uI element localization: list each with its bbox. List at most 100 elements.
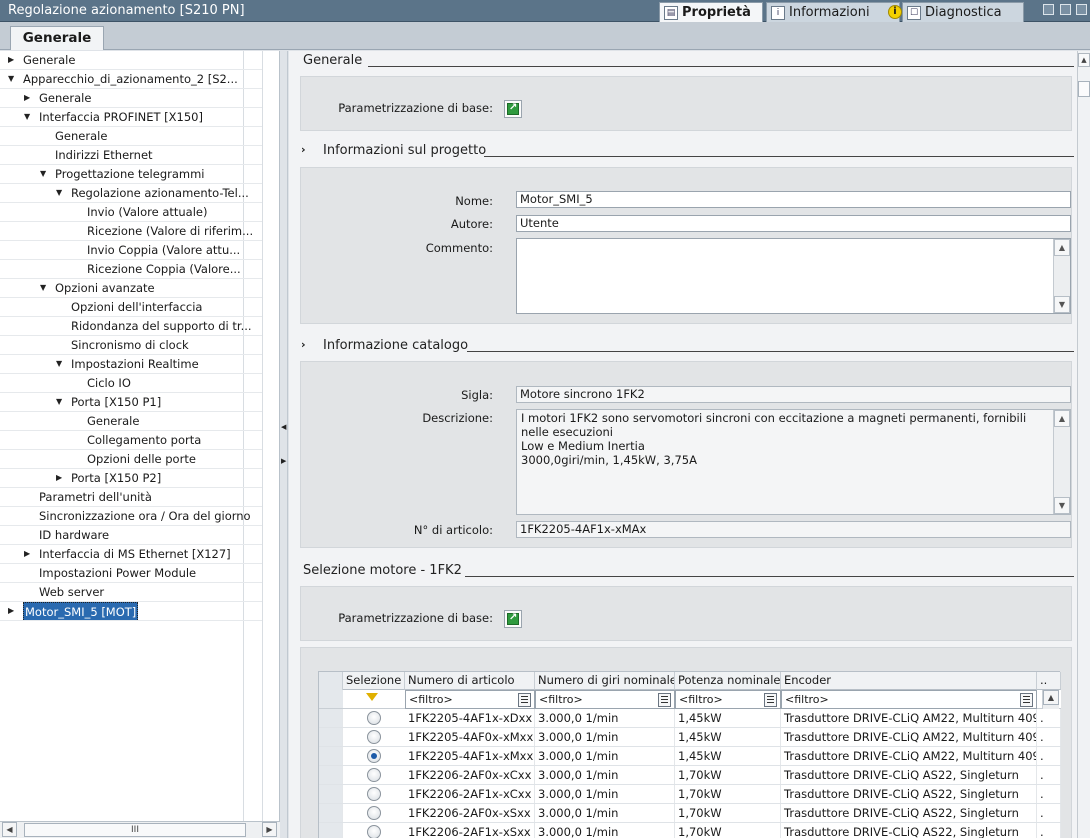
scroll-up-icon[interactable]: ▲ — [1054, 410, 1070, 427]
filter-list-icon[interactable] — [518, 693, 531, 707]
expand-arrow-icon[interactable]: ▶ — [24, 89, 30, 107]
filter-speed-input[interactable]: <filtro> — [535, 690, 675, 709]
expand-right-icon[interactable]: ▶ — [281, 457, 286, 465]
table-row[interactable]: 1FK2205-4AF1x-xDxx 3.000,0 1/min 1,45kW Tra… — [319, 709, 1061, 728]
expand-chevron-icon[interactable]: › — [301, 338, 306, 351]
nav-tree-item[interactable]: Generale — [0, 412, 262, 431]
nav-tree-item[interactable]: Ridondanza del supporto di tr... — [0, 317, 262, 336]
table-row[interactable]: 1FK2206-2AF0x-xSxx 3.000,0 1/min 1,70kW Tra… — [319, 804, 1061, 823]
motor-select-radio[interactable] — [367, 749, 381, 763]
nav-tree-item[interactable]: Ricezione (Valore di riferim... — [0, 222, 262, 241]
collapse-arrow-icon[interactable]: ▼ — [56, 393, 62, 411]
motor-select-radio[interactable] — [367, 768, 381, 782]
row-header[interactable] — [319, 747, 343, 765]
expand-arrow-icon[interactable]: ▶ — [56, 469, 62, 487]
collapse-arrow-icon[interactable]: ▼ — [56, 355, 62, 373]
motor-select-radio[interactable] — [367, 787, 381, 801]
filter-list-icon[interactable] — [658, 693, 671, 707]
motor-select-radio[interactable] — [367, 806, 381, 820]
comment-field[interactable]: ▲ ▼ — [516, 238, 1071, 314]
nav-tree-item[interactable]: Web server — [0, 583, 262, 602]
filter-list-icon[interactable] — [764, 693, 777, 707]
collapse-arrow-icon[interactable]: ▼ — [8, 70, 14, 88]
row-header[interactable] — [319, 804, 343, 822]
row-header[interactable] — [319, 823, 343, 838]
nav-tree-item[interactable]: ID hardware — [0, 526, 262, 545]
table-row[interactable]: 1FK2205-4AF0x-xMxx 3.000,0 1/min 1,45kW Tra… — [319, 728, 1061, 747]
expand-chevron-icon[interactable]: › — [301, 143, 306, 156]
nav-tree-item[interactable]: Indirizzi Ethernet — [0, 146, 262, 165]
row-header[interactable] — [319, 785, 343, 803]
nav-tree-item[interactable]: Opzioni delle porte — [0, 450, 262, 469]
nav-tree-item[interactable]: Opzioni dell'interfaccia — [0, 298, 262, 317]
collapse-left-icon[interactable]: ◀ — [281, 423, 286, 431]
nav-tree-item[interactable]: Invio (Valore attuale) — [0, 203, 262, 222]
filter-list-icon[interactable] — [1020, 693, 1033, 707]
row-header[interactable] — [319, 766, 343, 784]
nav-tree-item[interactable]: ▶ Motor_SMI_5 [MOT] — [0, 602, 262, 621]
tab-general[interactable]: Generale — [10, 26, 104, 50]
nav-tree-item[interactable]: ▼ Regolazione azionamento-Tel... — [0, 184, 262, 203]
collapse-arrow-icon[interactable]: ▼ — [56, 184, 62, 202]
col-header-article[interactable]: Numero di articolo — [405, 672, 535, 690]
nav-tree-item[interactable]: ▶ Generale — [0, 89, 262, 108]
scroll-up-icon[interactable]: ▲ — [1043, 690, 1059, 705]
filter-encoder-input[interactable]: <filtro> — [781, 690, 1037, 709]
nav-tree-item[interactable]: ▼ Progettazione telegrammi — [0, 165, 262, 184]
motor-select-radio[interactable] — [367, 730, 381, 744]
nav-tree-item[interactable]: Impostazioni Power Module — [0, 564, 262, 583]
col-header-encoder[interactable]: Encoder — [781, 672, 1037, 690]
motor-select-radio[interactable] — [367, 711, 381, 725]
col-header-more[interactable]: .. — [1037, 672, 1061, 690]
expand-arrow-icon[interactable]: ▶ — [24, 545, 30, 563]
expand-arrow-icon[interactable]: ▶ — [8, 51, 14, 69]
nav-tree-item[interactable]: Sincronismo di clock — [0, 336, 262, 355]
filter-power-input[interactable]: <filtro> — [675, 690, 781, 709]
nav-tree-item[interactable]: Parametri dell'unità — [0, 488, 262, 507]
row-header[interactable] — [319, 728, 343, 746]
col-header-speed[interactable]: Numero di giri nominale — [535, 672, 675, 690]
tab-diagnostics[interactable]: ☐ Diagnostica — [902, 2, 1024, 22]
tab-properties[interactable]: ▤ Proprietà — [659, 2, 763, 22]
nav-tree-item[interactable]: Generale — [0, 127, 262, 146]
nav-tree-item[interactable]: ▼ Opzioni avanzate — [0, 279, 262, 298]
nav-tree-item[interactable]: ▼ Porta [X150 P1] — [0, 393, 262, 412]
collapse-arrow-icon[interactable]: ▼ — [40, 165, 46, 183]
nav-tree-item[interactable]: Collegamento porta — [0, 431, 262, 450]
collapse-arrow-icon[interactable]: ▼ — [24, 108, 30, 126]
minimize-icon[interactable] — [1076, 4, 1087, 15]
comment-scrollbar[interactable]: ▲ ▼ — [1053, 239, 1070, 313]
nav-tree-item[interactable]: Invio Coppia (Valore attu... — [0, 241, 262, 260]
row-header[interactable] — [319, 709, 343, 727]
nav-tree-item[interactable]: ▶ Porta [X150 P2] — [0, 469, 262, 488]
expand-arrow-icon[interactable]: ▶ — [8, 602, 14, 620]
scroll-down-icon[interactable]: ▼ — [1054, 497, 1070, 514]
nav-tree-item[interactable]: Ciclo IO — [0, 374, 262, 393]
panel-splitter[interactable]: ◀ ▶ — [280, 51, 288, 838]
nav-tree-item[interactable]: ▼ Apparecchio_di_azionamento_2 [S2... — [0, 70, 262, 89]
filter-article-input[interactable]: <filtro> — [405, 690, 535, 709]
restore-icon[interactable] — [1043, 4, 1054, 15]
filter-funnel-icon[interactable] — [366, 693, 378, 701]
col-header-power[interactable]: Potenza nominale — [675, 672, 781, 690]
scroll-down-icon[interactable]: ▼ — [1054, 296, 1070, 313]
table-row[interactable]: 1FK2206-2AF1x-xCxx 3.000,0 1/min 1,70kW Tra… — [319, 785, 1061, 804]
author-field[interactable]: Utente — [516, 215, 1071, 232]
nav-tree-item[interactable]: ▼ Impostazioni Realtime — [0, 355, 262, 374]
scroll-up-icon[interactable]: ▲ — [1078, 53, 1090, 67]
table-row[interactable]: 1FK2206-2AF0x-xCxx 3.000,0 1/min 1,70kW Tra… — [319, 766, 1061, 785]
content-scrollbar[interactable]: ▲ — [1077, 51, 1090, 838]
nav-tree-item[interactable]: ▶ Interfaccia di MS Ethernet [X127] — [0, 545, 262, 564]
name-field[interactable]: Motor_SMI_5 — [516, 191, 1071, 208]
scroll-right-icon[interactable]: ▶ — [262, 822, 277, 837]
basic-param-button[interactable]: ↗ — [504, 610, 522, 628]
float-icon[interactable] — [1060, 4, 1071, 15]
col-header-selection[interactable]: Selezione — [343, 672, 405, 690]
table-row[interactable]: 1FK2205-4AF1x-xMxx 3.000,0 1/min 1,45kW Tra… — [319, 747, 1061, 766]
basic-param-button[interactable]: ↗ — [504, 100, 522, 118]
nav-tree-item[interactable]: ▶ Generale — [0, 51, 262, 70]
nav-tree-item[interactable]: Sincronizzazione ora / Ora del giorno — [0, 507, 262, 526]
table-row[interactable]: 1FK2206-2AF1x-xSxx 3.000,0 1/min 1,70kW Tra… — [319, 823, 1061, 838]
nav-hscroll-thumb[interactable]: III — [24, 823, 246, 837]
collapse-arrow-icon[interactable]: ▼ — [40, 279, 46, 297]
